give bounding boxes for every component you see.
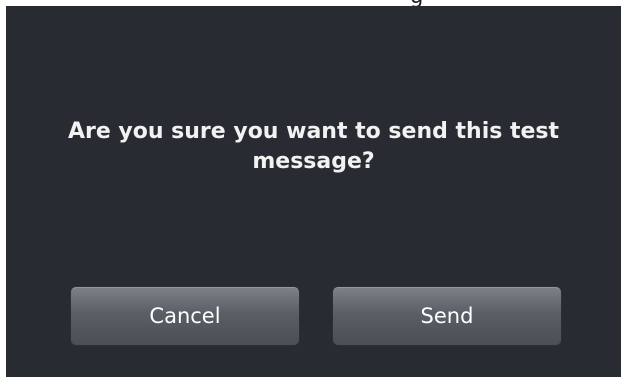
dialog-message: Are you sure you want to send this test … (67, 119, 560, 174)
cancel-button[interactable]: Cancel (70, 286, 300, 346)
send-button-label: Send (420, 304, 474, 328)
screen: g Are you sure you want to send this tes… (0, 0, 622, 381)
confirmation-dialog: Are you sure you want to send this test … (6, 6, 621, 377)
send-button[interactable]: Send (332, 286, 562, 346)
cancel-button-label: Cancel (149, 304, 221, 328)
